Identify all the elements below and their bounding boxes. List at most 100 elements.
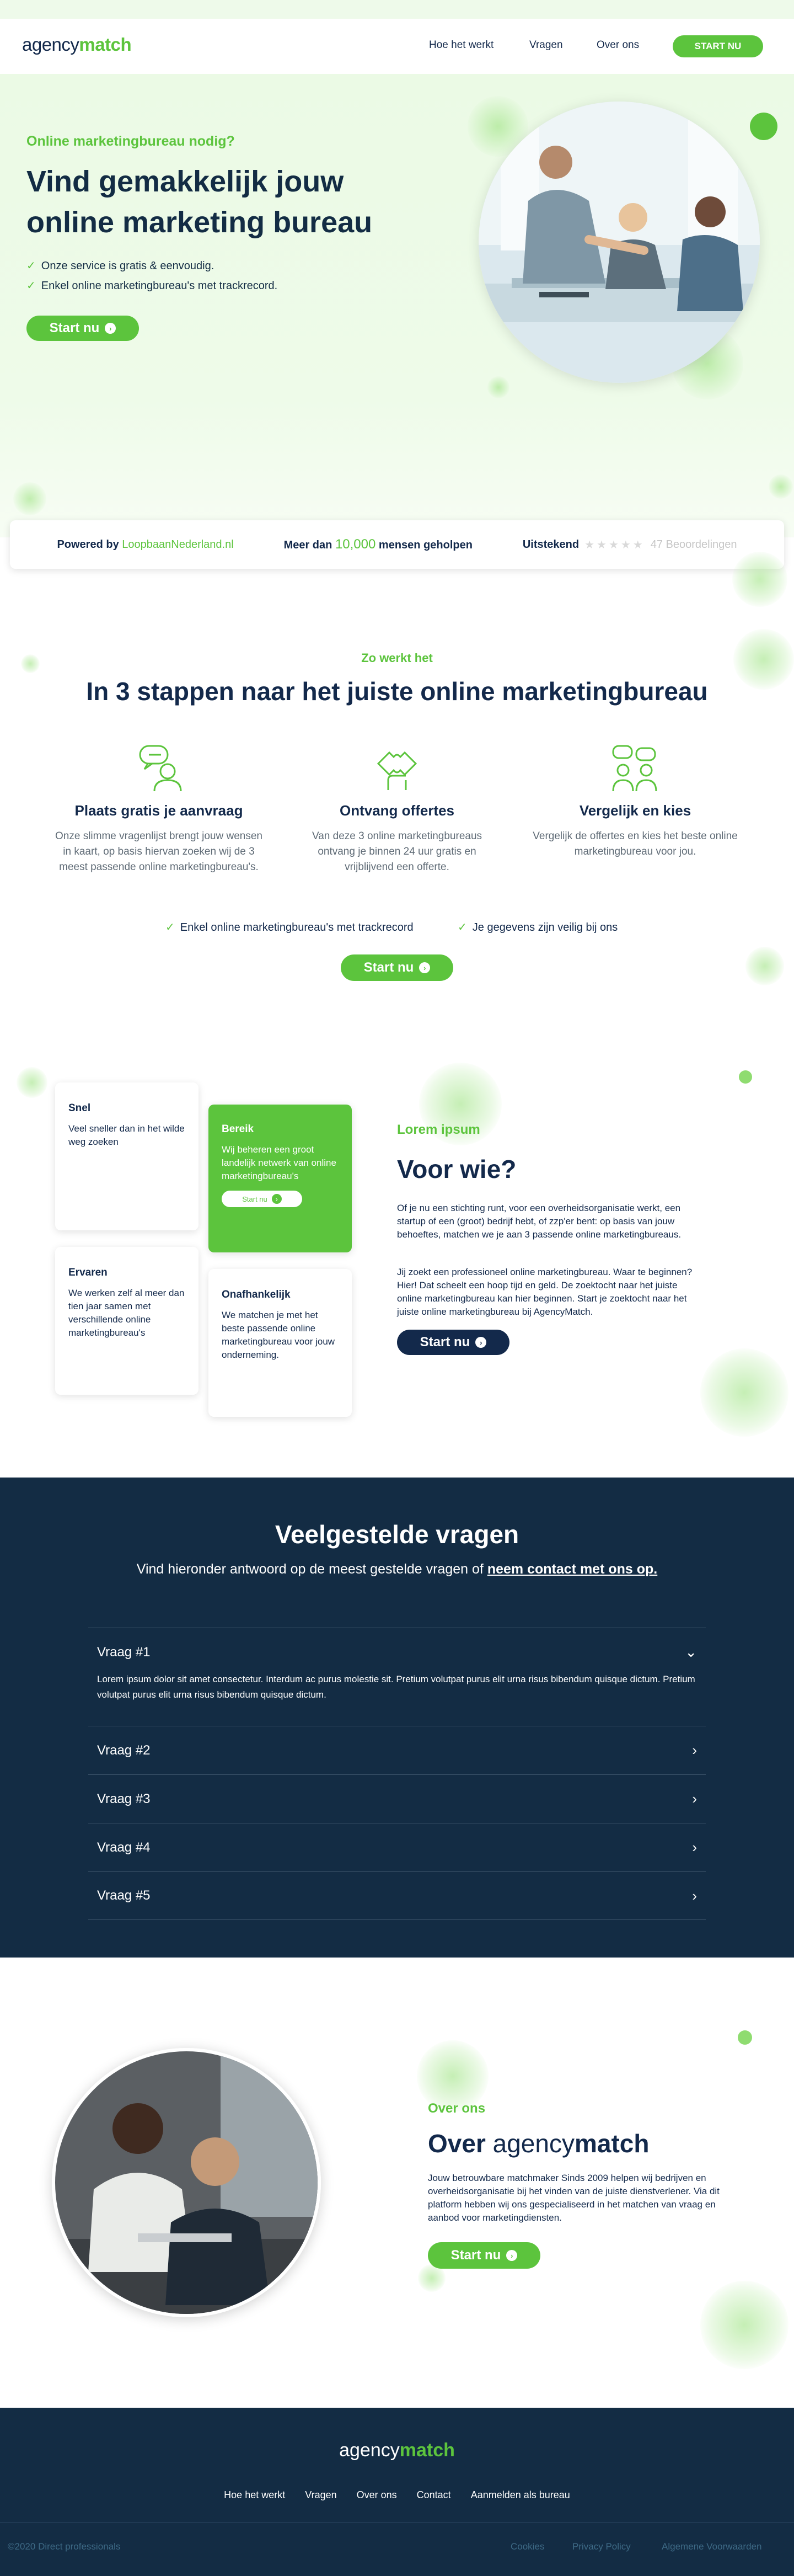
- contact-link[interactable]: neem contact met ons op.: [487, 1561, 657, 1577]
- who-paragraph: Of je nu een stichting runt, voor een ov…: [397, 1203, 682, 1240]
- site-header: agencymatch Hoe het werkt Vragen Over on…: [0, 19, 794, 74]
- check-icon: ✓: [26, 260, 36, 272]
- hero-title: Vind gemakkelijk jouw online marketing b…: [26, 165, 373, 239]
- who-eyebrow: Lorem ipsum: [397, 1122, 480, 1137]
- footer-link-questions[interactable]: Vragen: [305, 2489, 336, 2501]
- about-title: Over agencymatch: [428, 2129, 650, 2158]
- decor-bubble: [745, 947, 784, 985]
- who-paragraph: Jij zoekt een professioneel online marke…: [397, 1267, 693, 1317]
- decor-bubble: [700, 1348, 788, 1437]
- decor-dot: [750, 113, 777, 140]
- hero-image: [479, 102, 760, 383]
- hero-section: Online marketingbureau nodig? Vind gemak…: [0, 74, 794, 537]
- decor-bubble: [769, 474, 793, 499]
- trust-check: ✓ Je gegevens zijn veilig bij ons: [458, 921, 618, 934]
- hero-bullets: ✓ Onze service is gratis & eenvoudig. ✓ En…: [26, 256, 277, 296]
- decor-dot: [739, 1070, 752, 1084]
- site-logo[interactable]: agencymatch: [22, 34, 132, 55]
- feature-card-ervaren: Ervaren We werken zelf al meer dan tien …: [55, 1247, 198, 1395]
- who-start-button[interactable]: Start nu ›: [397, 1330, 509, 1355]
- footer-divider: [0, 2522, 794, 2523]
- step-title: Vergelijk en kies: [579, 802, 691, 819]
- step-text: Van deze 3 online marketingbureaus ontva…: [312, 830, 482, 873]
- nav-link-about[interactable]: Over ons: [597, 39, 639, 51]
- decor-bubble: [732, 552, 787, 607]
- faq-question-1[interactable]: Vraag #1 ⌄: [88, 1628, 706, 1676]
- arrow-right-icon: ›: [419, 962, 431, 973]
- site-footer: agencymatch Hoe het werkt Vragen Over on…: [0, 2408, 794, 2576]
- nav-link-questions[interactable]: Vragen: [529, 39, 563, 51]
- feature-card-onafhankelijk: Onafhankelijk We matchen je met het best…: [208, 1269, 352, 1417]
- powered-brand-link[interactable]: LoopbaanNederland.nl: [122, 538, 233, 551]
- faq-title: Veelgestelde vragen: [275, 1520, 519, 1549]
- chevron-right-icon: ›: [692, 1887, 697, 1904]
- decor-bubble: [700, 2281, 788, 2369]
- helped-count: Meer dan 10,000 mensen geholpen: [283, 537, 473, 552]
- card-start-button[interactable]: Start nu ›: [222, 1191, 302, 1207]
- star-rating-icon: ★★★★★: [584, 538, 645, 551]
- how-title: In 3 stappen naar het juiste online mark…: [86, 677, 708, 706]
- chevron-right-icon: ›: [692, 1790, 697, 1807]
- header-start-button[interactable]: START NU: [673, 35, 763, 57]
- faq-question-3[interactable]: Vraag #3 ›: [88, 1774, 706, 1823]
- copyright: ©2020 Direct professionals: [8, 2541, 121, 2552]
- chevron-right-icon: ›: [692, 1742, 697, 1758]
- footer-link-how[interactable]: Hoe het werkt: [224, 2489, 285, 2501]
- footer-link-cookies[interactable]: Cookies: [511, 2541, 544, 2552]
- check-icon: ✓: [26, 280, 36, 292]
- footer-nav: Hoe het werkt Vragen Over ons Contact Aa…: [0, 2489, 794, 2501]
- powered-by: Powered by LoopbaanNederland.nl: [57, 538, 234, 551]
- arrow-right-icon: ›: [475, 1337, 487, 1348]
- step-title: Plaats gratis je aanvraag: [74, 802, 243, 819]
- faq-question-2[interactable]: Vraag #2 ›: [88, 1726, 706, 1774]
- decor-dot: [738, 2030, 752, 2045]
- check-icon: ✓: [458, 921, 467, 934]
- step-text: Vergelijk de offertes en kies het beste …: [533, 830, 738, 857]
- hero-bullet: ✓ Enkel online marketingbureau's met trac…: [26, 280, 278, 292]
- faq-question-4[interactable]: Vraag #4 ›: [88, 1823, 706, 1871]
- puzzle-hand-icon: [373, 742, 422, 792]
- office-photo: [55, 2051, 318, 2314]
- who-title: Voor wie?: [397, 1155, 517, 1183]
- rating: Uitstekend ★★★★★ 47 Beoordelingen: [522, 538, 737, 551]
- feature-card-snel: Snel Veel sneller dan in het wilde weg z…: [55, 1082, 198, 1230]
- chevron-right-icon: ›: [692, 1839, 697, 1855]
- faq-section: Veelgestelde vragen Vind hieronder antwo…: [0, 1478, 794, 1958]
- how-eyebrow: Zo werkt het: [361, 651, 433, 665]
- feature-card-bereik: Bereik Wij beheren een groot landelijk n…: [208, 1105, 352, 1252]
- step-title: Ontvang offertes: [339, 802, 455, 819]
- faq-subtitle: Vind hieronder antwoord op de meest gest…: [136, 1561, 658, 1577]
- about-text: Jouw betrouwbare matchmaker Sinds 2009 h…: [428, 2173, 720, 2223]
- arrow-right-icon: ›: [271, 1194, 282, 1204]
- hero-start-button[interactable]: Start nu ›: [26, 316, 139, 341]
- faq-answer-1: Lorem ipsum dolor sit amet consectetur. …: [97, 1674, 695, 1700]
- chat-person-icon: [137, 743, 183, 792]
- footer-link-contact[interactable]: Contact: [417, 2489, 451, 2501]
- about-start-button[interactable]: Start nu ›: [428, 2242, 540, 2269]
- about-image: [52, 2048, 321, 2317]
- hero-eyebrow: Online marketingbureau nodig?: [26, 134, 235, 149]
- footer-link-register-agency[interactable]: Aanmelden als bureau: [471, 2489, 570, 2501]
- footer-link-privacy[interactable]: Privacy Policy: [572, 2541, 631, 2552]
- arrow-right-icon: ›: [105, 323, 116, 334]
- how-start-button[interactable]: Start nu ›: [341, 954, 453, 981]
- decor-bubble: [17, 1067, 47, 1098]
- trust-check: ✓ Enkel online marketingbureau's met trac…: [165, 921, 414, 934]
- top-strip: [0, 0, 794, 19]
- faq-question-5[interactable]: Vraag #5 ›: [88, 1871, 706, 1920]
- footer-link-terms[interactable]: Algemene Voorwaarden: [662, 2541, 761, 2552]
- footer-logo[interactable]: agencymatch: [0, 2440, 794, 2461]
- nav-link-how[interactable]: Hoe het werkt: [429, 39, 493, 51]
- meeting-photo: [479, 102, 760, 383]
- compare-people-icon: [610, 743, 659, 792]
- about-eyebrow: Over ons: [428, 2101, 486, 2116]
- arrow-right-icon: ›: [506, 2250, 518, 2261]
- hero-bullet: ✓ Onze service is gratis & eenvoudig.: [26, 260, 214, 272]
- footer-link-about[interactable]: Over ons: [357, 2489, 397, 2501]
- chevron-down-icon: ⌄: [685, 1644, 697, 1660]
- check-icon: ✓: [165, 921, 175, 934]
- step-text: Onze slimme vragenlijst brengt jouw wens…: [55, 830, 262, 873]
- stats-bar: Powered by LoopbaanNederland.nl Meer dan…: [10, 520, 784, 569]
- decor-bubble: [13, 482, 46, 515]
- decor-bubble: [487, 376, 509, 398]
